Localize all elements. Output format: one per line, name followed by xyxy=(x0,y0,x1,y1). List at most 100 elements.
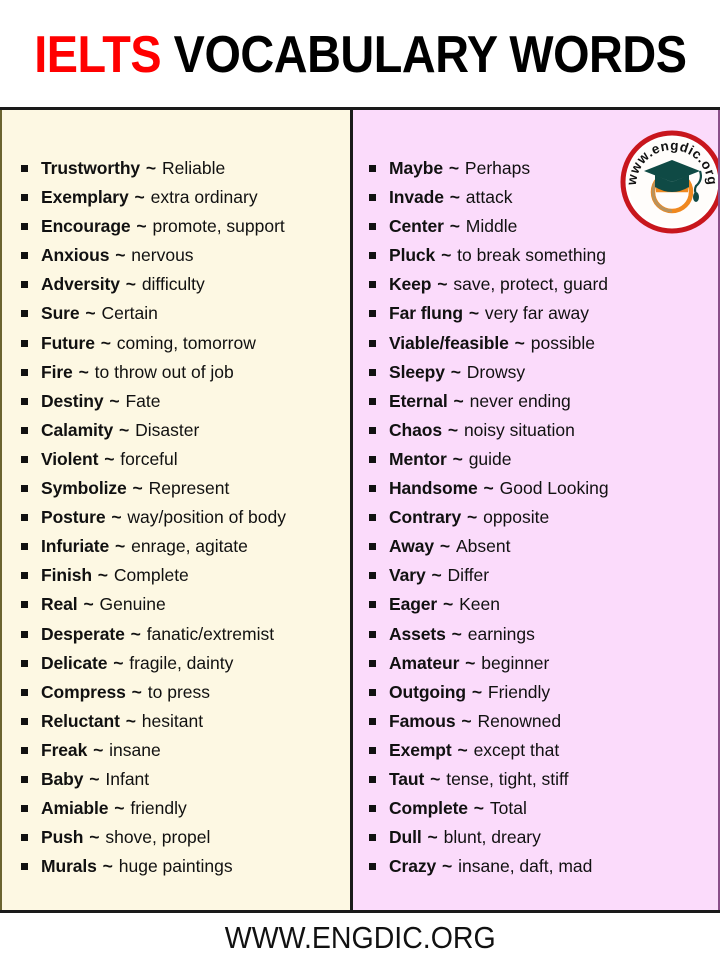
vocabulary-meaning: Fate xyxy=(125,390,161,411)
vocabulary-item: Assets ~ earnings xyxy=(353,620,718,649)
vocabulary-item: Sure ~ Certain xyxy=(2,299,350,328)
separator-tilde: ~ xyxy=(444,187,465,208)
vocabulary-meaning: Friendly xyxy=(487,681,551,702)
vocabulary-item: Exempt ~ except that xyxy=(353,736,718,765)
vocabulary-word: Violent xyxy=(41,448,99,469)
vocabulary-word: Vary xyxy=(389,565,426,586)
vocabulary-item: Dull ~ blunt, dreary xyxy=(353,823,718,852)
vocabulary-item: Future ~ coming, tomorrow xyxy=(2,329,350,358)
separator-tilde: ~ xyxy=(468,798,489,819)
vocabulary-word: Exemplary xyxy=(41,187,129,208)
vocabulary-item: Mentor ~ guide xyxy=(353,445,718,474)
vocabulary-item: Vary ~ Differ xyxy=(353,561,718,590)
bullet-square-icon xyxy=(369,863,376,871)
vocabulary-item: Delicate ~ fragile, dainty xyxy=(2,649,350,678)
vocabulary-word: Anxious xyxy=(41,245,110,266)
vocabulary-item: Desperate ~ fanatic/extremist xyxy=(2,620,350,649)
separator-tilde: ~ xyxy=(448,390,469,411)
bullet-square-icon xyxy=(21,659,28,667)
vocabulary-word: Trustworthy xyxy=(41,158,141,178)
vocabulary-word: Freak xyxy=(41,739,88,760)
vocabulary-item: Push ~ shove, propel xyxy=(2,823,350,852)
vocabulary-meaning: forceful xyxy=(120,448,178,469)
separator-tilde: ~ xyxy=(444,216,465,237)
vocabulary-word: Adversity xyxy=(41,274,120,295)
vocabulary-meaning: enrage, agitate xyxy=(131,536,248,557)
separator-tilde: ~ xyxy=(463,303,484,324)
vocabulary-item: Posture ~ way/position of body xyxy=(2,503,350,532)
vocabulary-word: Desperate xyxy=(41,623,125,644)
vocabulary-item: Infuriate ~ enrage, agitate xyxy=(2,532,350,561)
separator-tilde: ~ xyxy=(436,245,457,266)
vocabulary-item: Anxious ~ nervous xyxy=(2,241,350,270)
vocabulary-word: Encourage xyxy=(41,216,131,237)
bullet-square-icon xyxy=(369,746,376,754)
bullet-square-icon xyxy=(369,485,376,493)
vocabulary-word: Sure xyxy=(41,303,80,324)
separator-tilde: ~ xyxy=(104,390,125,411)
vocabulary-word: Calamity xyxy=(41,419,114,440)
separator-tilde: ~ xyxy=(446,623,467,644)
vocabulary-meaning: Genuine xyxy=(99,594,166,615)
separator-tilde: ~ xyxy=(460,652,481,673)
vocabulary-word: Viable/feasible xyxy=(389,332,509,353)
vocabulary-word: Chaos xyxy=(389,419,442,440)
page-title: IELTS VOCABULARY WORDS xyxy=(0,22,720,88)
vocabulary-item: Trustworthy ~ Reliable xyxy=(2,154,350,183)
vocabulary-word: Sleepy xyxy=(389,361,445,382)
separator-tilde: ~ xyxy=(425,768,446,789)
vocabulary-word: Destiny xyxy=(41,390,104,411)
separator-tilde: ~ xyxy=(120,710,141,731)
separator-tilde: ~ xyxy=(120,274,141,295)
vocabulary-table: Trustworthy ~ Reliable Exemplary ~ extra … xyxy=(0,107,720,913)
bullet-square-icon xyxy=(21,223,28,231)
vocabulary-meaning: noisy situation xyxy=(463,419,575,440)
vocabulary-item: Baby ~ Infant xyxy=(2,765,350,794)
vocabulary-meaning: to press xyxy=(147,681,210,702)
vocabulary-item: Pluck ~ to break something xyxy=(353,241,718,270)
vocabulary-meaning: insane, daft, mad xyxy=(458,856,593,877)
vocabulary-item: Famous ~ Renowned xyxy=(353,707,718,736)
bullet-square-icon xyxy=(21,368,28,376)
vocabulary-item: Amateur ~ beginner xyxy=(353,649,718,678)
vocabulary-word: Compress xyxy=(41,681,126,702)
vocabulary-meaning: fanatic/extremist xyxy=(146,623,275,644)
vocabulary-meaning: to break something xyxy=(457,245,606,266)
separator-tilde: ~ xyxy=(95,332,116,353)
vocabulary-word: Infuriate xyxy=(41,536,110,557)
separator-tilde: ~ xyxy=(92,565,113,586)
separator-tilde: ~ xyxy=(84,827,105,848)
separator-tilde: ~ xyxy=(129,187,150,208)
separator-tilde: ~ xyxy=(452,739,473,760)
vocabulary-word: Finish xyxy=(41,565,92,586)
vocabulary-word: Assets xyxy=(389,623,446,644)
vocabulary-word: Pluck xyxy=(389,245,436,266)
bullet-square-icon xyxy=(369,834,376,842)
vocabulary-meaning: fragile, dainty xyxy=(129,652,234,673)
vocabulary-item: Symbolize ~ Represent xyxy=(2,474,350,503)
vocabulary-meaning: never ending xyxy=(469,390,571,411)
bullet-square-icon xyxy=(21,339,28,347)
bullet-square-icon xyxy=(21,717,28,725)
vocabulary-item: Complete ~ Total xyxy=(353,794,718,823)
vocabulary-meaning: beginner xyxy=(481,652,550,673)
vocabulary-item: Encourage ~ promote, support xyxy=(2,212,350,241)
bullet-square-icon xyxy=(369,281,376,289)
vocabulary-word: Reluctant xyxy=(41,710,120,731)
separator-tilde: ~ xyxy=(478,478,499,499)
bullet-square-icon xyxy=(21,746,28,754)
vocabulary-item: Sleepy ~ Drowsy xyxy=(353,358,718,387)
bullet-square-icon xyxy=(369,514,376,522)
vocabulary-meaning: very far away xyxy=(484,303,589,324)
bullet-square-icon xyxy=(369,659,376,667)
bullet-square-icon xyxy=(369,426,376,434)
separator-tilde: ~ xyxy=(131,216,152,237)
bullet-square-icon xyxy=(369,339,376,347)
vocabulary-meaning: Drowsy xyxy=(466,361,526,382)
vocabulary-meaning: save, protect, guard xyxy=(453,274,609,295)
vocabulary-item: Chaos ~ noisy situation xyxy=(353,416,718,445)
poster-page: IELTS VOCABULARY WORDS Trustworthy ~ Rel… xyxy=(0,0,720,960)
separator-tilde: ~ xyxy=(110,536,131,557)
vocabulary-item: Eager ~ Keen xyxy=(353,590,718,619)
bullet-square-icon xyxy=(369,368,376,376)
